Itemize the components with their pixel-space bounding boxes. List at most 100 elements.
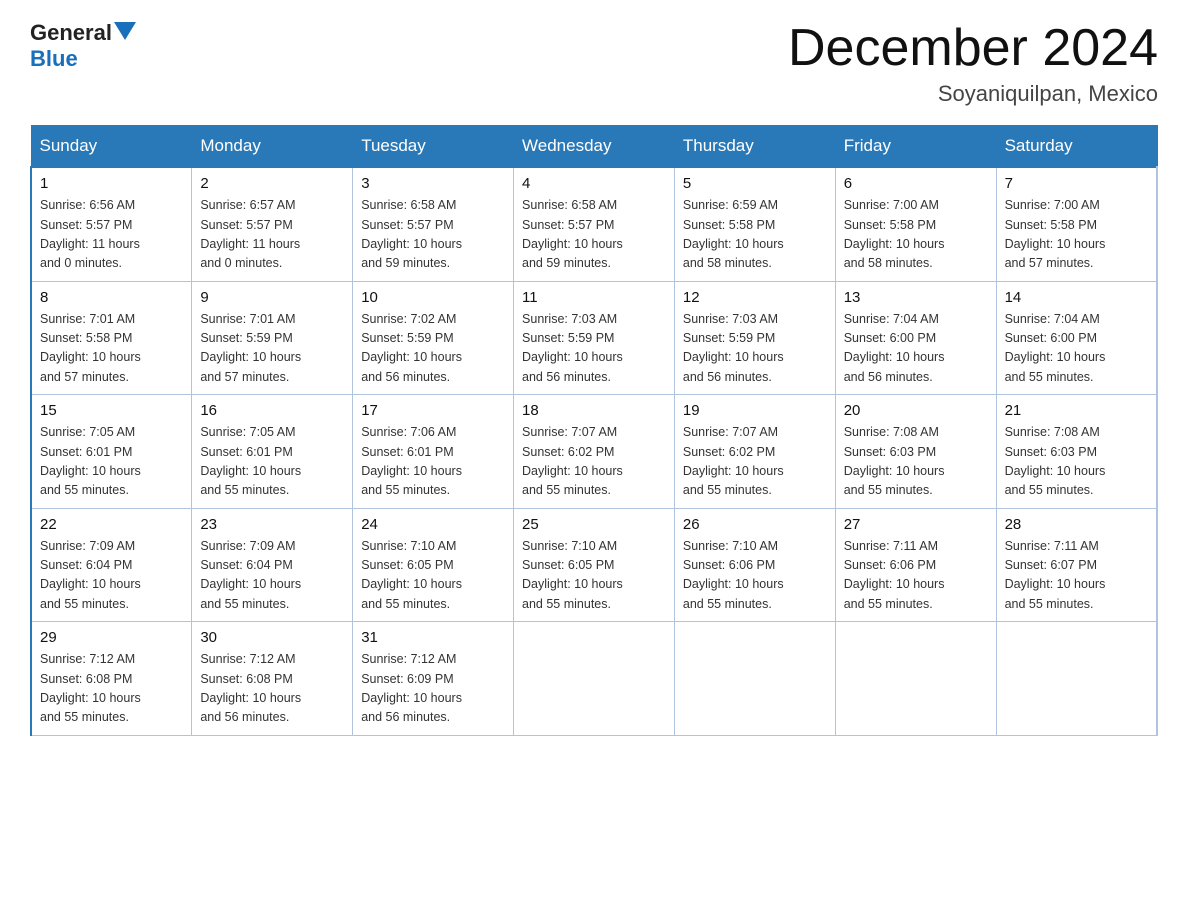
day-info: Sunrise: 7:10 AMSunset: 6:05 PMDaylight:… [361,537,505,615]
col-saturday: Saturday [996,126,1157,168]
calendar-cell: 1Sunrise: 6:56 AMSunset: 5:57 PMDaylight… [31,167,192,281]
calendar-table: Sunday Monday Tuesday Wednesday Thursday… [30,125,1158,736]
calendar-cell: 2 Sunrise: 6:57 AMSunset: 5:57 PMDaylight… [192,167,353,281]
day-info: Sunrise: 6:57 AMSunset: 5:57 PMDaylight:… [200,196,344,274]
calendar-cell: 7Sunrise: 7:00 AMSunset: 5:58 PMDaylight… [996,167,1157,281]
day-info: Sunrise: 7:09 AMSunset: 6:04 PMDaylight:… [40,537,183,615]
day-number: 5 [683,175,827,192]
day-info: Sunrise: 7:05 AMSunset: 6:01 PMDaylight:… [40,423,183,501]
calendar-cell: 29 Sunrise: 7:12 AMSunset: 6:08 PMDayligh… [31,622,192,736]
month-title: December 2024 [788,20,1158,77]
day-info: Sunrise: 7:12 AMSunset: 6:08 PMDaylight:… [200,650,344,728]
calendar-week-row: 15 Sunrise: 7:05 AMSunset: 6:01 PMDayligh… [31,395,1157,509]
col-monday: Monday [192,126,353,168]
calendar-week-row: 8Sunrise: 7:01 AMSunset: 5:58 PMDaylight… [31,281,1157,395]
day-number: 17 [361,402,505,419]
day-number: 26 [683,516,827,533]
day-info: Sunrise: 7:05 AMSunset: 6:01 PMDaylight:… [200,423,344,501]
day-number: 28 [1005,516,1148,533]
calendar-cell: 23 Sunrise: 7:09 AMSunset: 6:04 PMDayligh… [192,508,353,622]
day-number: 31 [361,629,505,646]
calendar-cell: 5 Sunrise: 6:59 AMSunset: 5:58 PMDaylight… [674,167,835,281]
col-friday: Friday [835,126,996,168]
day-number: 27 [844,516,988,533]
col-tuesday: Tuesday [353,126,514,168]
day-info: Sunrise: 7:11 AMSunset: 6:07 PMDaylight:… [1005,537,1148,615]
calendar-cell [674,622,835,736]
day-number: 2 [200,175,344,192]
col-wednesday: Wednesday [514,126,675,168]
day-number: 3 [361,175,505,192]
day-number: 4 [522,175,666,192]
day-info: Sunrise: 7:09 AMSunset: 6:04 PMDaylight:… [200,537,344,615]
day-number: 6 [844,175,988,192]
day-info: Sunrise: 7:01 AMSunset: 5:58 PMDaylight:… [40,310,183,388]
day-info: Sunrise: 7:00 AMSunset: 5:58 PMDaylight:… [844,196,988,274]
day-info: Sunrise: 7:08 AMSunset: 6:03 PMDaylight:… [844,423,988,501]
calendar-cell: 4Sunrise: 6:58 AMSunset: 5:57 PMDaylight… [514,167,675,281]
day-number: 19 [683,402,827,419]
day-number: 23 [200,516,344,533]
logo-triangle-icon [114,22,136,40]
calendar-cell: 24 Sunrise: 7:10 AMSunset: 6:05 PMDayligh… [353,508,514,622]
logo: General Blue [30,20,136,72]
calendar-cell: 28 Sunrise: 7:11 AMSunset: 6:07 PMDayligh… [996,508,1157,622]
calendar-cell: 26 Sunrise: 7:10 AMSunset: 6:06 PMDayligh… [674,508,835,622]
day-number: 15 [40,402,183,419]
col-sunday: Sunday [31,126,192,168]
location-title: Soyaniquilpan, Mexico [788,81,1158,107]
day-info: Sunrise: 7:04 AMSunset: 6:00 PMDaylight:… [1005,310,1148,388]
calendar-cell: 20 Sunrise: 7:08 AMSunset: 6:03 PMDayligh… [835,395,996,509]
calendar-cell: 22 Sunrise: 7:09 AMSunset: 6:04 PMDayligh… [31,508,192,622]
day-number: 7 [1005,175,1148,192]
calendar-cell: 6 Sunrise: 7:00 AMSunset: 5:58 PMDaylight… [835,167,996,281]
day-number: 22 [40,516,183,533]
day-number: 10 [361,289,505,306]
day-info: Sunrise: 7:01 AMSunset: 5:59 PMDaylight:… [200,310,344,388]
logo-text-blue: Blue [30,46,78,71]
day-info: Sunrise: 6:56 AMSunset: 5:57 PMDaylight:… [40,196,183,274]
calendar-cell: 13 Sunrise: 7:04 AMSunset: 6:00 PMDayligh… [835,281,996,395]
day-number: 9 [200,289,344,306]
calendar-header: Sunday Monday Tuesday Wednesday Thursday… [31,126,1157,168]
calendar-cell [835,622,996,736]
day-info: Sunrise: 6:59 AMSunset: 5:58 PMDaylight:… [683,196,827,274]
calendar-cell: 21 Sunrise: 7:08 AMSunset: 6:03 PMDayligh… [996,395,1157,509]
calendar-cell: 9 Sunrise: 7:01 AMSunset: 5:59 PMDaylight… [192,281,353,395]
calendar-week-row: 1Sunrise: 6:56 AMSunset: 5:57 PMDaylight… [31,167,1157,281]
day-number: 16 [200,402,344,419]
calendar-cell: 31 Sunrise: 7:12 AMSunset: 6:09 PMDayligh… [353,622,514,736]
day-number: 18 [522,402,666,419]
calendar-cell: 8Sunrise: 7:01 AMSunset: 5:58 PMDaylight… [31,281,192,395]
day-info: Sunrise: 7:07 AMSunset: 6:02 PMDaylight:… [522,423,666,501]
day-number: 20 [844,402,988,419]
calendar-body: 1Sunrise: 6:56 AMSunset: 5:57 PMDaylight… [31,167,1157,735]
calendar-cell: 27 Sunrise: 7:11 AMSunset: 6:06 PMDayligh… [835,508,996,622]
day-number: 24 [361,516,505,533]
day-info: Sunrise: 7:03 AMSunset: 5:59 PMDaylight:… [522,310,666,388]
day-info: Sunrise: 7:04 AMSunset: 6:00 PMDaylight:… [844,310,988,388]
day-info: Sunrise: 7:12 AMSunset: 6:08 PMDaylight:… [40,650,183,728]
day-number: 13 [844,289,988,306]
day-info: Sunrise: 7:10 AMSunset: 6:05 PMDaylight:… [522,537,666,615]
col-thursday: Thursday [674,126,835,168]
calendar-cell: 10Sunrise: 7:02 AMSunset: 5:59 PMDayligh… [353,281,514,395]
day-number: 14 [1005,289,1148,306]
day-number: 12 [683,289,827,306]
day-info: Sunrise: 7:12 AMSunset: 6:09 PMDaylight:… [361,650,505,728]
day-info: Sunrise: 7:08 AMSunset: 6:03 PMDaylight:… [1005,423,1148,501]
calendar-cell: 16 Sunrise: 7:05 AMSunset: 6:01 PMDayligh… [192,395,353,509]
calendar-cell: 19Sunrise: 7:07 AMSunset: 6:02 PMDayligh… [674,395,835,509]
day-number: 21 [1005,402,1148,419]
day-info: Sunrise: 6:58 AMSunset: 5:57 PMDaylight:… [361,196,505,274]
calendar-cell: 3 Sunrise: 6:58 AMSunset: 5:57 PMDaylight… [353,167,514,281]
calendar-week-row: 29 Sunrise: 7:12 AMSunset: 6:08 PMDayligh… [31,622,1157,736]
day-info: Sunrise: 7:10 AMSunset: 6:06 PMDaylight:… [683,537,827,615]
calendar-cell [514,622,675,736]
page-header: General Blue December 2024 Soyaniquilpan… [30,20,1158,107]
title-block: December 2024 Soyaniquilpan, Mexico [788,20,1158,107]
day-info: Sunrise: 7:11 AMSunset: 6:06 PMDaylight:… [844,537,988,615]
logo-text-general: General [30,20,112,46]
calendar-cell: 14 Sunrise: 7:04 AMSunset: 6:00 PMDayligh… [996,281,1157,395]
day-number: 29 [40,629,183,646]
